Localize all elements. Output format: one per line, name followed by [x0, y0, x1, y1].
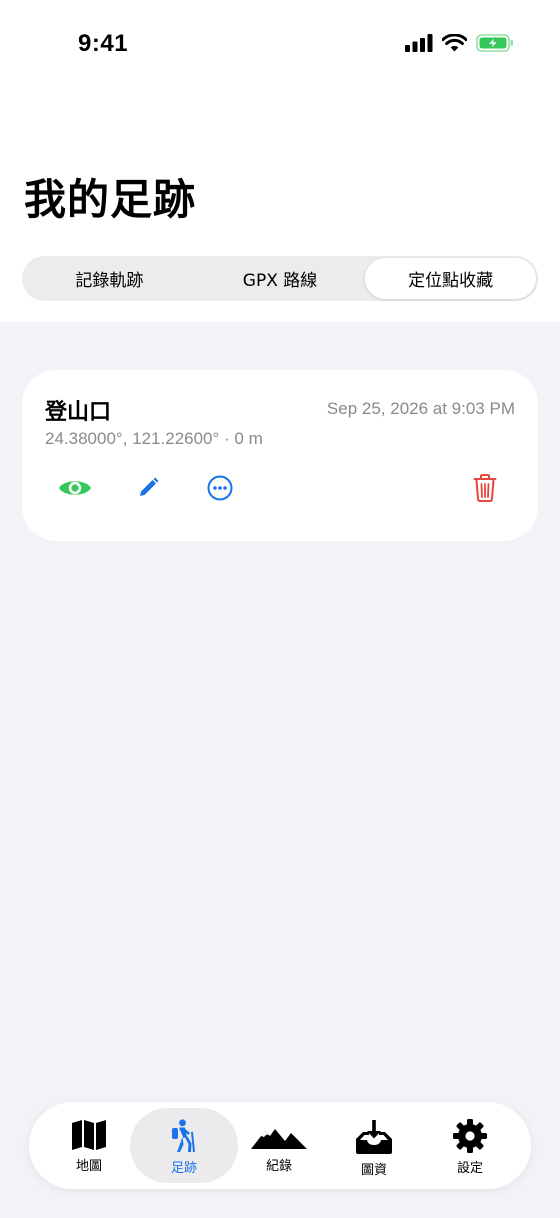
tab-label: 地圖: [75, 1159, 102, 1174]
status-icons: [405, 34, 514, 52]
delete-button[interactable]: [465, 470, 505, 510]
tab-records[interactable]: 紀錄: [225, 1108, 333, 1183]
segment-label: GPX 路線: [242, 271, 318, 291]
eye-icon: [58, 477, 92, 503]
segmented-control: 記錄軌跡 GPX 路線 定位點收藏: [22, 256, 538, 301]
status-time: 9:41: [78, 30, 129, 57]
location-coordinates: 24.38000°, 121.22600° · 0 m: [45, 429, 263, 448]
cellular-signal-icon: [405, 34, 433, 52]
tab-label: 設定: [456, 1161, 483, 1176]
mountains-icon: [251, 1119, 307, 1151]
saved-location-card[interactable]: 登山口 Sep 25, 2026 at 9:03 PM 24.38000°, 1…: [22, 370, 538, 541]
more-button[interactable]: [200, 470, 240, 510]
ellipsis-circle-icon: [207, 475, 233, 505]
tab-label: 圖資: [360, 1163, 387, 1178]
battery-charging-icon: [476, 34, 514, 52]
edit-button[interactable]: [128, 470, 168, 510]
view-button[interactable]: [55, 470, 95, 510]
tab-footprints[interactable]: 足跡: [130, 1108, 238, 1183]
segment-recorded-tracks[interactable]: 記錄軌跡: [24, 258, 195, 299]
segment-saved-locations[interactable]: 定位點收藏: [365, 258, 537, 299]
tab-map-data[interactable]: 圖資: [320, 1108, 428, 1183]
map-icon: [71, 1119, 107, 1151]
segment-gpx-routes[interactable]: GPX 路線: [195, 258, 366, 299]
tab-label: 紀錄: [265, 1159, 292, 1174]
segment-label: 記錄軌跡: [75, 271, 144, 291]
tab-settings[interactable]: 設定: [416, 1108, 524, 1183]
tab-map[interactable]: 地圖: [35, 1108, 143, 1183]
location-title: 登山口: [45, 400, 112, 425]
hiker-icon: [169, 1119, 199, 1153]
location-date: Sep 25, 2026 at 9:03 PM: [326, 399, 515, 418]
card-actions: [22, 470, 538, 510]
screen: 9:41 我的足跡 記錄軌跡 GPX 路線 定位點收藏 登山口 Sep 25, …: [0, 0, 560, 1218]
status-bar: 9:41: [0, 0, 560, 90]
tab-bar: 地圖 足跡 紀錄 圖資 設定: [29, 1102, 531, 1189]
gear-icon: [453, 1119, 487, 1153]
page-title: 我的足跡: [24, 175, 197, 224]
segment-label: 定位點收藏: [408, 271, 494, 291]
pencil-icon: [136, 476, 160, 504]
wifi-icon: [442, 34, 467, 52]
tray-download-icon: [354, 1119, 394, 1155]
tab-label: 足跡: [170, 1161, 197, 1176]
header-area: 9:41 我的足跡 記錄軌跡 GPX 路線 定位點收藏: [0, 0, 560, 322]
trash-icon: [473, 474, 497, 506]
